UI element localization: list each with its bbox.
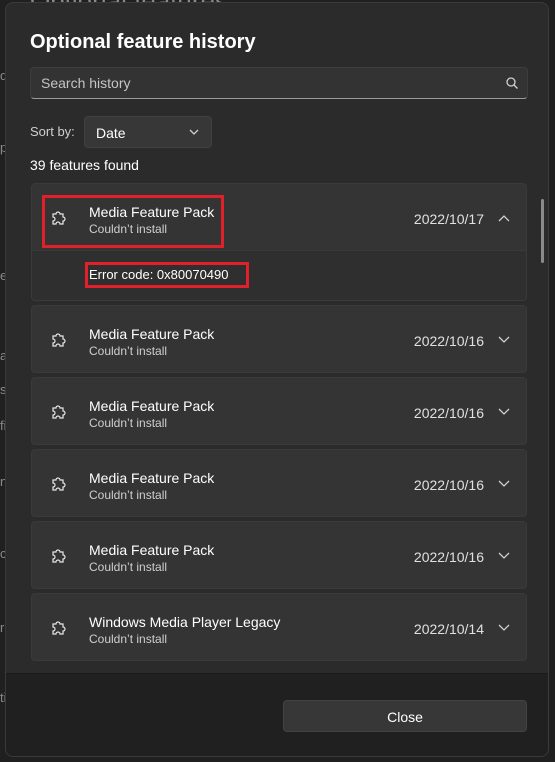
feature-item[interactable]: Media Feature Pack Couldn’t install 2022… — [31, 521, 527, 589]
close-button[interactable]: Close — [283, 700, 527, 732]
chevron-down-icon[interactable] — [498, 552, 510, 560]
puzzle-icon — [52, 405, 66, 419]
feature-status: Couldn’t install — [89, 560, 168, 574]
chevron-down-icon — [189, 129, 199, 135]
feature-date: 2022/10/16 — [413, 333, 484, 349]
puzzle-icon — [52, 477, 66, 491]
feature-date: 2022/10/16 — [413, 405, 484, 421]
feature-item[interactable]: Media Feature Pack Couldn’t install 2022… — [31, 305, 527, 373]
feature-item-detail: Error code: 0x80070490 — [31, 251, 527, 301]
feature-date: 2022/10/16 — [413, 477, 484, 493]
puzzle-icon — [52, 211, 66, 225]
feature-name: Media Feature Pack — [89, 326, 215, 342]
chevron-up-icon[interactable] — [498, 214, 510, 222]
sort-dropdown[interactable]: Date — [84, 116, 212, 148]
feature-name: Media Feature Pack — [89, 204, 215, 220]
chevron-down-icon[interactable] — [498, 408, 510, 416]
results-count: 39 features found — [30, 157, 139, 173]
search-input[interactable] — [31, 68, 491, 98]
feature-date: 2022/10/14 — [413, 621, 484, 637]
feature-status: Couldn’t install — [89, 632, 168, 646]
dialog-title: Optional feature history — [30, 31, 256, 53]
feature-status: Couldn’t install — [89, 416, 168, 430]
feature-name: Media Feature Pack — [89, 470, 215, 486]
sort-label: Sort by: — [30, 124, 75, 139]
feature-status: Couldn’t install — [89, 488, 168, 502]
puzzle-icon — [52, 333, 66, 347]
feature-date: 2022/10/17 — [413, 211, 484, 227]
chevron-down-icon[interactable] — [498, 624, 510, 632]
error-code-text: Error code: 0x80070490 — [89, 267, 229, 282]
feature-item[interactable]: Windows Media Player Legacy Couldn’t ins… — [31, 593, 527, 661]
puzzle-icon — [52, 621, 66, 635]
feature-date: 2022/10/16 — [413, 549, 484, 565]
feature-name: Media Feature Pack — [89, 398, 215, 414]
dialog-footer: Close — [6, 673, 548, 756]
feature-status: Couldn’t install — [89, 344, 168, 358]
feature-item[interactable]: Media Feature Pack Couldn’t install 2022… — [31, 377, 527, 445]
search-icon[interactable] — [505, 76, 519, 90]
scrollbar-thumb[interactable] — [541, 199, 544, 263]
puzzle-icon — [52, 549, 66, 563]
sort-selected-value: Date — [96, 125, 126, 141]
chevron-down-icon[interactable] — [498, 336, 510, 344]
feature-name: Windows Media Player Legacy — [89, 614, 281, 630]
feature-history-list: Media Feature Pack Couldn’t install 2022… — [31, 183, 527, 665]
chevron-down-icon[interactable] — [498, 480, 510, 488]
feature-history-dialog: Optional feature history Sort by: Date 3… — [5, 2, 549, 757]
feature-item[interactable]: Media Feature Pack Couldn’t install 2022… — [31, 183, 527, 251]
search-box[interactable] — [30, 67, 528, 99]
feature-name: Media Feature Pack — [89, 542, 215, 558]
feature-item[interactable]: Media Feature Pack Couldn’t install 2022… — [31, 449, 527, 517]
feature-status: Couldn’t install — [89, 222, 168, 236]
